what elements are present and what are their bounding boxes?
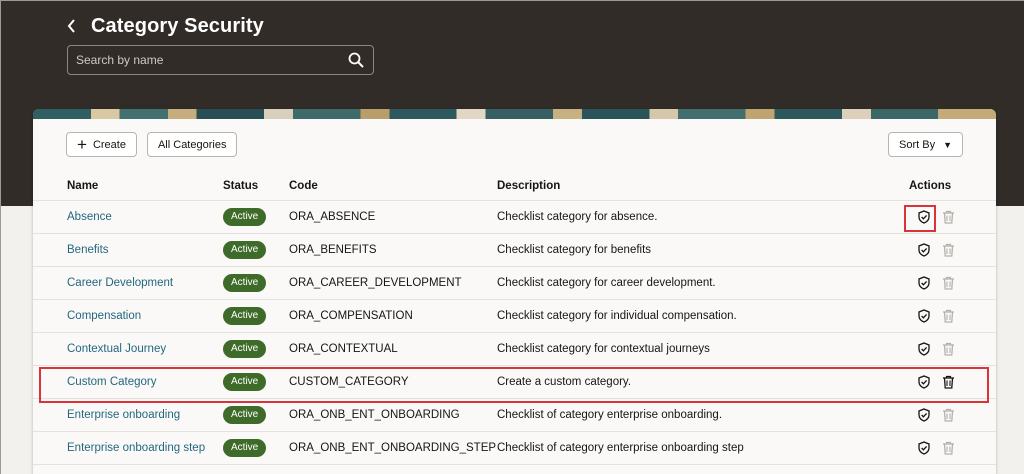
security-shield-icon[interactable] bbox=[916, 308, 932, 324]
card-banner bbox=[33, 109, 996, 119]
category-table: Name Status Code Description Actions Abs… bbox=[33, 171, 996, 465]
category-code: ORA_ONB_ENT_ONBOARDING_STEP bbox=[289, 442, 497, 454]
sort-by-label: Sort By bbox=[899, 138, 936, 151]
category-description: Checklist category for individual compen… bbox=[497, 310, 737, 322]
delete-trash-icon bbox=[940, 308, 956, 324]
status-badge: Active bbox=[223, 439, 267, 457]
table-row: Benefits Active ORA_BENEFITS Checklist cate… bbox=[33, 234, 996, 267]
table-header: Name Status Code Description Actions bbox=[33, 171, 996, 201]
category-description: Checklist of category enterprise onboard… bbox=[497, 442, 744, 454]
category-name-link[interactable]: Absence bbox=[67, 211, 112, 223]
category-code: ORA_ABSENCE bbox=[289, 211, 376, 223]
all-categories-label: All Categories bbox=[157, 138, 227, 151]
category-code: ORA_ONB_ENT_ONBOARDING bbox=[289, 409, 460, 421]
status-badge: Active bbox=[223, 274, 267, 292]
create-button-label: Create bbox=[92, 138, 126, 151]
table-row: Absence Active ORA_ABSENCE Checklist catego… bbox=[33, 201, 996, 234]
highlight-security-icon bbox=[904, 205, 936, 232]
status-badge: Active bbox=[223, 340, 267, 358]
category-description: Checklist category for career developmen… bbox=[497, 277, 716, 289]
page-header: Category Security bbox=[63, 11, 264, 41]
row-actions bbox=[895, 440, 996, 456]
category-code: ORA_COMPENSATION bbox=[289, 310, 413, 322]
security-shield-icon[interactable] bbox=[916, 341, 932, 357]
table-row: Enterprise onboarding Active ORA_ONB_ENT_O… bbox=[33, 399, 996, 432]
category-name-link[interactable]: Enterprise onboarding bbox=[67, 409, 180, 421]
category-name-link[interactable]: Compensation bbox=[67, 310, 141, 322]
highlight-custom-category-row bbox=[39, 367, 989, 403]
delete-trash-icon bbox=[940, 407, 956, 423]
status-badge: Active bbox=[223, 406, 267, 424]
category-description: Checklist category for benefits bbox=[497, 244, 652, 256]
all-categories-button[interactable]: All Categories bbox=[146, 132, 238, 157]
delete-trash-icon bbox=[940, 275, 956, 291]
status-badge: Active bbox=[223, 307, 267, 325]
category-code: ORA_CAREER_DEVELOPMENT bbox=[289, 277, 462, 289]
chevron-left-icon[interactable] bbox=[63, 14, 81, 38]
category-description: Checklist category for absence. bbox=[497, 211, 658, 223]
column-header-actions: Actions bbox=[909, 179, 952, 192]
status-badge: Active bbox=[223, 208, 267, 226]
delete-trash-icon bbox=[940, 341, 956, 357]
delete-trash-icon bbox=[940, 209, 956, 225]
plus-icon: + bbox=[77, 135, 87, 154]
category-code: ORA_CONTEXTUAL bbox=[289, 343, 398, 355]
column-header-description: Description bbox=[497, 179, 561, 192]
table-row: Enterprise onboarding step Active ORA_ONB_… bbox=[33, 432, 996, 465]
category-description: Checklist of category enterprise onboard… bbox=[497, 409, 723, 421]
security-shield-icon[interactable] bbox=[916, 440, 932, 456]
page-title: Category Security bbox=[91, 14, 264, 37]
row-actions bbox=[895, 341, 996, 357]
category-name-link[interactable]: Benefits bbox=[67, 244, 109, 256]
category-description: Checklist category for contextual journe… bbox=[497, 343, 710, 355]
table-toolbar: + Create All Categories bbox=[66, 132, 238, 157]
category-code: ORA_BENEFITS bbox=[289, 244, 377, 256]
delete-trash-icon bbox=[940, 242, 956, 258]
sort-by-button[interactable]: Sort By ▼ bbox=[888, 132, 963, 157]
caret-down-icon: ▼ bbox=[943, 139, 952, 150]
security-shield-icon[interactable] bbox=[916, 275, 932, 291]
column-header-status: Status bbox=[223, 179, 259, 192]
security-shield-icon[interactable] bbox=[916, 242, 932, 258]
table-body: Absence Active ORA_ABSENCE Checklist catego… bbox=[33, 201, 996, 465]
delete-trash-icon bbox=[940, 440, 956, 456]
row-actions bbox=[895, 275, 996, 291]
row-actions bbox=[895, 407, 996, 423]
search-icon[interactable] bbox=[347, 51, 365, 69]
row-actions bbox=[895, 242, 996, 258]
column-header-code: Code bbox=[289, 179, 318, 192]
table-row: Compensation Active ORA_COMPENSATION Checkl… bbox=[33, 300, 996, 333]
category-name-link[interactable]: Enterprise onboarding step bbox=[67, 442, 205, 454]
row-actions bbox=[895, 308, 996, 324]
status-badge: Active bbox=[223, 241, 267, 259]
column-header-name: Name bbox=[67, 179, 99, 192]
table-row: Career Development Active ORA_CAREER_DEVEL… bbox=[33, 267, 996, 300]
table-row: Contextual Journey Active ORA_CONTEXTUAL Ch… bbox=[33, 333, 996, 366]
create-button[interactable]: + Create bbox=[66, 132, 137, 157]
category-name-link[interactable]: Contextual Journey bbox=[67, 343, 166, 355]
category-table-card: + Create All Categories Sort By ▼ Name S… bbox=[33, 109, 996, 474]
search-field[interactable] bbox=[67, 45, 374, 75]
search-input[interactable] bbox=[76, 53, 347, 67]
security-shield-icon[interactable] bbox=[916, 407, 932, 423]
category-name-link[interactable]: Career Development bbox=[67, 277, 173, 289]
